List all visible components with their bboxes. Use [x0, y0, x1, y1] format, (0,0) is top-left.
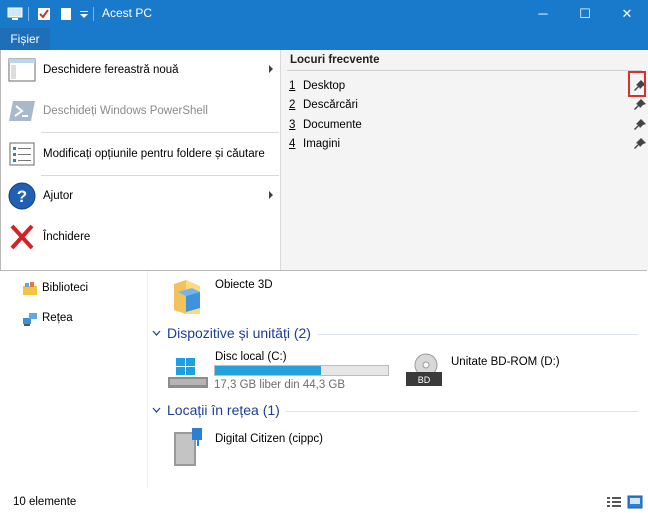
chevron-down-icon[interactable]	[152, 329, 161, 338]
local-disk-name[interactable]: Disc local (C:)	[215, 351, 287, 363]
menu-item-label: Închidere	[43, 231, 91, 243]
windows-drive-icon[interactable]	[166, 356, 210, 390]
pin-icon[interactable]	[632, 117, 648, 133]
group-network-title: Locații în rețea (1)	[167, 402, 280, 418]
help-icon: ?	[8, 182, 36, 210]
pin-icon[interactable]	[632, 136, 648, 152]
group-divider	[286, 411, 638, 412]
menu-item-help[interactable]: ? Ajutor	[1, 176, 279, 216]
pin-icon[interactable]	[632, 97, 648, 113]
frequent-item-name: Imagini	[303, 138, 341, 150]
menu-item-label: Deschideți Windows PowerShell	[43, 105, 208, 117]
menu-separator	[41, 132, 279, 133]
network-icon	[23, 313, 37, 326]
menu-item-label: Ajutor	[43, 190, 74, 202]
details-view-icon[interactable]	[606, 495, 622, 509]
libraries-icon	[23, 282, 37, 295]
titlebar-separator	[28, 7, 29, 21]
computer-icon[interactable]	[7, 6, 23, 22]
menu-item-powershell[interactable]: Deschideți Windows PowerShell	[1, 91, 279, 131]
frequent-item-number: 1	[289, 80, 296, 92]
group-divider	[318, 334, 638, 335]
folder-3d-icon[interactable]	[170, 274, 206, 318]
frequent-item-name: Documente	[303, 119, 362, 131]
pane-divider	[147, 271, 148, 488]
new-window-icon	[8, 58, 36, 82]
frequent-item-name: Desktop	[303, 80, 346, 92]
svg-text:?: ?	[17, 187, 27, 206]
powershell-icon	[9, 101, 35, 121]
folder-3d-name[interactable]: Obiecte 3D	[215, 279, 273, 291]
maximize-button[interactable]: ☐	[562, 0, 608, 28]
bd-drive-icon[interactable]: BD	[404, 352, 446, 390]
file-menu-commands: Deschidere fereastră nouă Deschideți Win…	[1, 50, 279, 270]
group-devices-header[interactable]: Dispozitive și unități (2)	[152, 325, 311, 345]
group-devices-title: Dispozitive și unități (2)	[167, 325, 311, 341]
frequent-item-desktop[interactable]: 1 Desktop	[281, 77, 648, 97]
minimize-button[interactable]: ─	[520, 0, 566, 28]
window-title: Acest PC	[102, 6, 153, 20]
frequent-item-number: 3	[289, 119, 296, 131]
titlebar-separator	[93, 7, 94, 21]
chevron-down-icon[interactable]	[152, 406, 161, 415]
group-network-header[interactable]: Locații în rețea (1)	[152, 402, 280, 422]
bd-rom-name[interactable]: Unitate BD-ROM (D:)	[451, 356, 560, 368]
ribbon: Fișier	[0, 28, 648, 50]
network-location-name[interactable]: Digital Citizen (cippc)	[215, 433, 323, 445]
frequent-item-documents[interactable]: 3 Documente	[281, 116, 648, 136]
quick-access-dropdown-icon[interactable]	[78, 6, 90, 22]
frequent-item-downloads[interactable]: 2 Descărcări	[281, 96, 648, 116]
frequent-item-number: 4	[289, 138, 296, 150]
file-menu: Deschidere fereastră nouă Deschideți Win…	[0, 50, 648, 271]
frequent-item-name: Descărcări	[303, 99, 358, 111]
menu-item-label: Modificați opțiunile pentru foldere și c…	[43, 148, 265, 160]
menu-item-new-window[interactable]: Deschidere fereastră nouă	[1, 50, 279, 90]
properties-icon[interactable]	[36, 6, 52, 22]
pin-highlight-box	[628, 71, 646, 97]
disk-usage-bar	[214, 365, 389, 376]
nav-item-label: Biblioteci	[42, 282, 89, 294]
local-disk-free: 17,3 GB liber din 44,3 GB	[214, 379, 346, 391]
disk-usage-fill	[215, 366, 321, 375]
network-drive-icon[interactable]	[168, 424, 208, 470]
close-x-icon	[10, 224, 34, 250]
submenu-arrow-icon	[269, 191, 273, 199]
folder-options-icon	[9, 142, 35, 166]
submenu-arrow-icon	[269, 65, 273, 73]
nav-item-label: Rețea	[42, 312, 73, 324]
new-folder-icon[interactable]	[58, 6, 74, 22]
large-icons-view-icon[interactable]	[627, 495, 643, 509]
menu-item-folder-options[interactable]: Modificați opțiunile pentru foldere și c…	[1, 134, 279, 174]
menu-item-label: Deschidere fereastră nouă	[43, 64, 179, 76]
bd-badge: BD	[418, 375, 431, 385]
heading-divider	[287, 70, 642, 71]
status-bar: 10 elemente	[0, 490, 648, 513]
frequent-item-pictures[interactable]: 4 Imagini	[281, 135, 648, 155]
frequent-item-number: 2	[289, 99, 296, 111]
menu-item-close[interactable]: Închidere	[1, 217, 279, 257]
frequent-places-heading: Locuri frecvente	[290, 54, 380, 66]
title-bar: Acest PC ─ ☐ ✕	[0, 0, 648, 28]
close-button[interactable]: ✕	[604, 0, 648, 28]
frequent-places-panel: Locuri frecvente 1 Desktop 2 Descărcări …	[280, 50, 648, 270]
item-count: 10 elemente	[13, 496, 77, 508]
tab-file[interactable]: Fișier	[0, 28, 50, 50]
